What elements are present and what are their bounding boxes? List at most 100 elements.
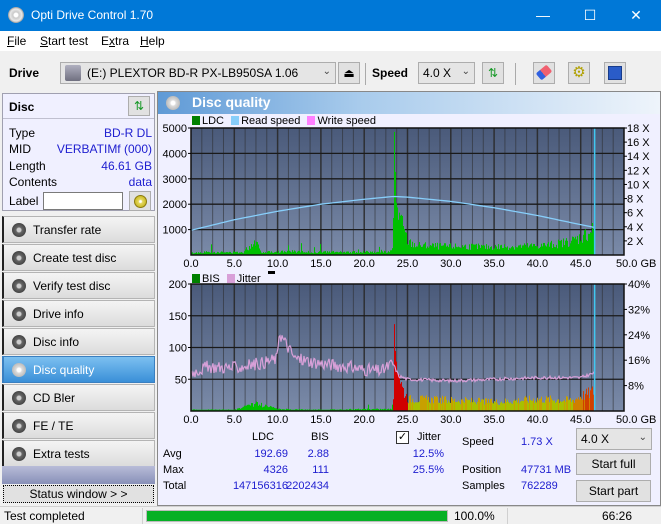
ldc-bar bbox=[559, 240, 560, 255]
bis-bar bbox=[554, 400, 555, 411]
menu-file[interactable]: File bbox=[7, 34, 26, 48]
ldc-bar bbox=[575, 236, 576, 255]
x-tick-label: 30.0 bbox=[440, 414, 461, 426]
bis-bar bbox=[534, 403, 535, 411]
x-tick-label: 10.0 bbox=[267, 414, 288, 426]
nav-disc-info[interactable]: Disc info bbox=[2, 328, 155, 355]
nav-extra-tests[interactable]: Extra tests bbox=[2, 440, 155, 467]
eject-button[interactable]: ⏏ bbox=[338, 62, 360, 84]
label-disc-button[interactable] bbox=[129, 191, 151, 211]
nav-drive-info[interactable]: Drive info bbox=[2, 300, 155, 327]
jitter-checkbox[interactable]: ✓ bbox=[396, 431, 409, 444]
bis-bar bbox=[421, 395, 422, 411]
ldc-bar bbox=[454, 248, 455, 255]
ldc-bar bbox=[516, 247, 517, 255]
bis-bar bbox=[468, 400, 469, 411]
ldc-bar bbox=[558, 239, 559, 255]
settings-button[interactable]: ⚙ bbox=[568, 62, 590, 84]
close-button[interactable]: ✕ bbox=[613, 0, 659, 31]
y-tick-label: 150 bbox=[169, 311, 187, 323]
bis-bar bbox=[509, 403, 510, 411]
ldc-bar bbox=[551, 240, 552, 255]
x-tick-label: 15.0 bbox=[310, 414, 331, 426]
nav-transfer-rate[interactable]: Transfer rate bbox=[2, 216, 155, 243]
menu-extra[interactable]: Extra bbox=[101, 34, 129, 48]
ldc-bar bbox=[434, 247, 435, 255]
bis-bar bbox=[412, 398, 413, 411]
menu-start-test[interactable]: Start test bbox=[40, 34, 88, 48]
ldc-bar bbox=[476, 243, 477, 255]
ldc-bar bbox=[470, 249, 471, 255]
erase-button[interactable] bbox=[533, 62, 555, 84]
ldc-bar bbox=[425, 242, 426, 255]
bis-bar bbox=[530, 399, 531, 411]
bis-bar bbox=[257, 402, 258, 411]
bis-bar bbox=[246, 405, 247, 411]
bis-bar bbox=[503, 403, 504, 411]
ldc-bar bbox=[379, 246, 380, 255]
bis-bar bbox=[424, 396, 425, 411]
nav-verify-test-disc[interactable]: Verify test disc bbox=[2, 272, 155, 299]
bis-bar bbox=[542, 402, 543, 411]
bis-bar bbox=[486, 398, 487, 411]
ldc-bar bbox=[247, 249, 248, 255]
bis-bar bbox=[510, 402, 511, 411]
nav-cd-bler[interactable]: CD Bler bbox=[2, 384, 155, 411]
bis-bar bbox=[591, 388, 592, 411]
bis-bar bbox=[546, 395, 547, 411]
ldc-bar bbox=[517, 247, 518, 255]
bis-bar bbox=[577, 399, 578, 411]
minimize-button[interactable]: — bbox=[520, 0, 566, 31]
start-part-button[interactable]: Start part bbox=[576, 480, 651, 502]
label-input[interactable] bbox=[43, 192, 123, 210]
y2-tick-label: 2 X bbox=[627, 236, 644, 248]
ldc-bar bbox=[489, 248, 490, 255]
bis-bar bbox=[454, 398, 455, 411]
ldc-bar bbox=[514, 249, 515, 255]
ldc-bar bbox=[438, 249, 439, 255]
start-full-button[interactable]: Start full bbox=[576, 453, 651, 475]
ldc-bar bbox=[429, 246, 430, 255]
status-window-button[interactable]: Status window > > bbox=[3, 485, 154, 503]
ldc-bar bbox=[567, 240, 568, 255]
maximize-button[interactable]: ☐ bbox=[567, 0, 613, 31]
disc-header: Disc bbox=[9, 100, 35, 114]
bis-bar bbox=[497, 403, 498, 411]
nav-create-test-disc[interactable]: Create test disc bbox=[2, 244, 155, 271]
ldc-bar bbox=[593, 229, 594, 255]
ldc-bar bbox=[512, 246, 513, 255]
nav-fe-te[interactable]: FE / TE bbox=[2, 412, 155, 439]
bis-bar bbox=[457, 402, 458, 411]
bis-bar bbox=[536, 402, 537, 411]
bis-bar bbox=[483, 399, 484, 411]
y2-tick-label: 32% bbox=[628, 304, 650, 316]
disc-refresh-button[interactable]: ⇅ bbox=[128, 96, 150, 116]
nav-label: Extra tests bbox=[33, 447, 90, 461]
bis-bar bbox=[593, 394, 594, 411]
elapsed-time: 66:26 bbox=[602, 509, 633, 523]
refresh-button[interactable]: ⇅ bbox=[482, 62, 504, 84]
bis-bar bbox=[393, 399, 394, 411]
status-separator bbox=[507, 508, 508, 524]
test-speed-select[interactable]: 4.0 X ⌄ bbox=[576, 428, 652, 450]
y2-tick-label: 14 X bbox=[627, 151, 650, 163]
ldc-bar bbox=[320, 244, 321, 255]
y2-tick-label: 8% bbox=[628, 381, 644, 393]
ldc-bar bbox=[552, 248, 553, 255]
ldc-bar bbox=[410, 239, 411, 255]
stats-avg-ldc: 192.69 bbox=[254, 448, 288, 460]
speed-select[interactable]: 4.0 X ⌄ bbox=[418, 62, 475, 84]
bis-bar bbox=[409, 395, 410, 411]
save-button[interactable] bbox=[604, 62, 626, 84]
drive-select[interactable]: (E:) PLEXTOR BD-R PX-LB950SA 1.06 ⌄ bbox=[60, 62, 336, 84]
y-tick-label: 100 bbox=[169, 343, 187, 355]
bis-bar bbox=[423, 397, 424, 411]
menu-help[interactable]: Help bbox=[140, 34, 165, 48]
ldc-bar bbox=[544, 243, 545, 255]
nav-disc-quality[interactable]: Disc quality bbox=[2, 356, 155, 383]
bis-bar bbox=[428, 397, 429, 411]
bis-bar bbox=[565, 401, 566, 411]
bis-bar bbox=[562, 401, 563, 411]
ldc-bar bbox=[522, 245, 523, 255]
bis-bar bbox=[465, 397, 466, 411]
